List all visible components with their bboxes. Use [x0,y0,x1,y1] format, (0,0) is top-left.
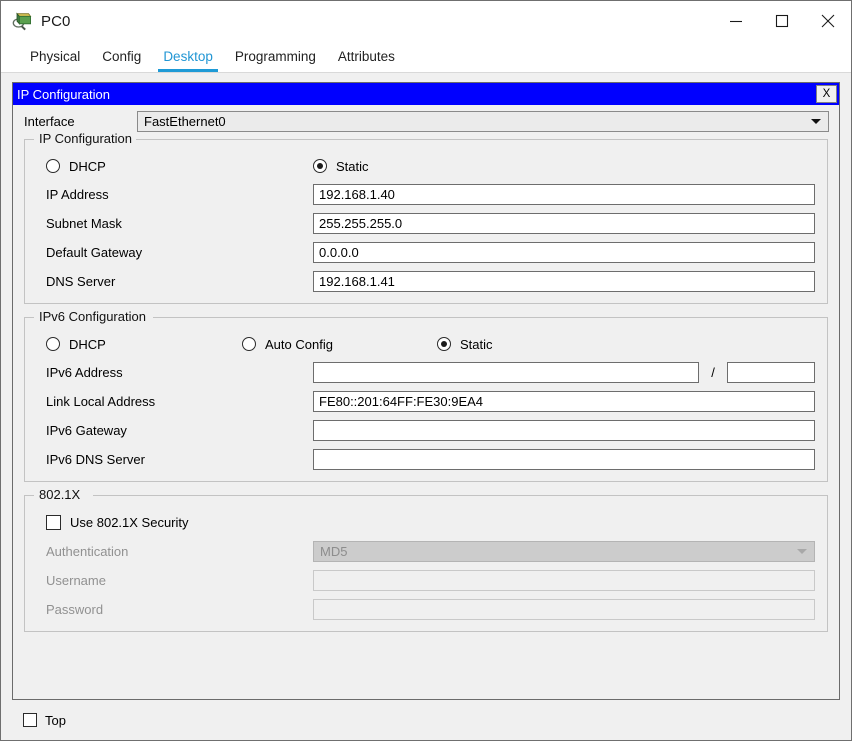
ipv4-static-radio[interactable] [313,159,327,173]
ipv6-configuration-group: IPv6 Configuration DHCP Auto Config Stat… [24,309,828,482]
authentication-select-value: MD5 [320,543,348,559]
ipv4-address-input[interactable]: 192.168.1.40 [313,183,815,205]
panel-close-button[interactable]: X [816,85,837,103]
minimize-button[interactable] [713,1,759,41]
dns-server-input[interactable]: 192.168.1.41 [313,270,815,292]
close-button[interactable] [805,1,851,41]
dns-server-label: DNS Server [46,273,116,289]
panel-filler [14,632,838,699]
ipv6-group-legend: IPv6 Configuration [36,309,150,324]
ipv6-dns-server-input[interactable] [313,448,815,470]
authentication-select: MD5 [313,540,815,562]
link-local-address-label: Link Local Address [46,393,156,409]
window-title: PC0 [41,12,71,30]
device-window: PC0 Physical Config Desktop Programming … [0,0,852,741]
tab-desktop[interactable]: Desktop [152,41,224,72]
ipv6-mode-row: DHCP Auto Config Static [25,331,827,357]
interface-label: Interface [24,113,75,129]
ipv6-address-input[interactable] [313,361,699,383]
ipv4-static-label: Static [336,158,369,174]
link-local-address-row: Link Local Address FE80::201:64FF:FE30:9… [25,389,827,413]
default-gateway-label: Default Gateway [46,244,143,260]
footer-bar: Top [12,700,840,740]
panel-content: Interface FastEthernet0 IP Configuration [13,105,839,699]
ipv6-auto-config-radio[interactable] [242,337,256,351]
default-gateway-input[interactable]: 0.0.0.0 [313,241,815,263]
tab-programming[interactable]: Programming [224,41,327,72]
use-dot1x-security-checkbox[interactable] [46,514,61,530]
subnet-mask-input[interactable]: 255.255.255.0 [313,212,815,234]
top-checkbox[interactable] [23,713,37,727]
ipv6-static-option[interactable]: Static [437,337,493,352]
tab-physical[interactable]: Physical [19,41,91,72]
link-local-address-input[interactable]: FE80::201:64FF:FE30:9EA4 [313,390,815,412]
window-title-bar: PC0 [1,1,851,41]
ipv6-static-label: Static [460,336,493,352]
ipv4-address-row: IP Address 192.168.1.40 [25,182,827,206]
ipv4-dhcp-option[interactable]: DHCP [46,159,313,174]
chevron-down-icon [811,119,821,124]
username-row: Username [25,568,827,592]
ipv4-mode-row: DHCP Static [25,153,827,179]
use-dot1x-security-row[interactable]: Use 802.1X Security [25,509,827,535]
interface-row: Interface FastEthernet0 [14,110,838,132]
interface-select-value: FastEthernet0 [144,113,226,129]
username-input [313,569,815,591]
top-checkbox-label: Top [45,712,66,728]
main-tab-bar: Physical Config Desktop Programming Attr… [1,41,851,73]
ipv4-dhcp-label: DHCP [69,158,106,174]
ipv6-dns-server-label: IPv6 DNS Server [46,451,145,467]
ipv6-address-row: IPv6 Address / [25,360,827,384]
ipv6-auto-config-label: Auto Config [265,336,333,352]
dot1x-group-legend: 802.1X [36,487,85,502]
ipv6-auto-config-option[interactable]: Auto Config [242,337,437,352]
chevron-down-icon [797,549,807,554]
default-gateway-row: Default Gateway 0.0.0.0 [25,240,827,264]
device-icon [11,10,33,32]
window-controls [713,1,851,41]
ipv6-prefix-length-input[interactable] [727,361,815,383]
password-label: Password [46,601,104,617]
panel-title-bar: IP Configuration X [13,83,839,105]
panel-title-text: IP Configuration [17,86,110,102]
use-dot1x-security-label: Use 802.1X Security [70,514,189,530]
password-row: Password [25,597,827,621]
password-input [313,598,815,620]
authentication-label: Authentication [46,543,129,559]
desktop-body: IP Configuration X Interface FastEtherne… [1,73,851,740]
dns-server-row: DNS Server 192.168.1.41 [25,269,827,293]
tab-attributes[interactable]: Attributes [327,41,406,72]
username-label: Username [46,572,106,588]
subnet-mask-row: Subnet Mask 255.255.255.0 [25,211,827,235]
ipv4-dhcp-radio[interactable] [46,159,60,173]
ipv6-dhcp-label: DHCP [69,336,106,352]
ipv6-dns-server-row: IPv6 DNS Server [25,447,827,471]
ipv4-static-option[interactable]: Static [313,159,369,174]
interface-select[interactable]: FastEthernet0 [137,110,829,132]
ipv6-gateway-row: IPv6 Gateway [25,418,827,442]
ipv6-prefix-separator: / [711,364,715,380]
ipv6-gateway-input[interactable] [313,419,815,441]
ipv6-dhcp-radio[interactable] [46,337,60,351]
maximize-button[interactable] [759,1,805,41]
tab-config[interactable]: Config [91,41,152,72]
ipv6-gateway-label: IPv6 Gateway [46,422,127,438]
ipv6-address-label: IPv6 Address [46,364,123,380]
ipv4-configuration-group: IP Configuration DHCP Static IP Address … [24,131,828,304]
ipv6-dhcp-option[interactable]: DHCP [46,337,242,352]
ip-configuration-panel: IP Configuration X Interface FastEtherne… [12,82,840,700]
authentication-row: Authentication MD5 [25,539,827,563]
ipv4-group-legend: IP Configuration [36,131,136,146]
ipv4-address-label: IP Address [46,186,109,202]
subnet-mask-label: Subnet Mask [46,215,122,231]
ipv6-static-radio[interactable] [437,337,451,351]
dot1x-group: 802.1X Use 802.1X Security Authenticatio… [24,487,828,632]
